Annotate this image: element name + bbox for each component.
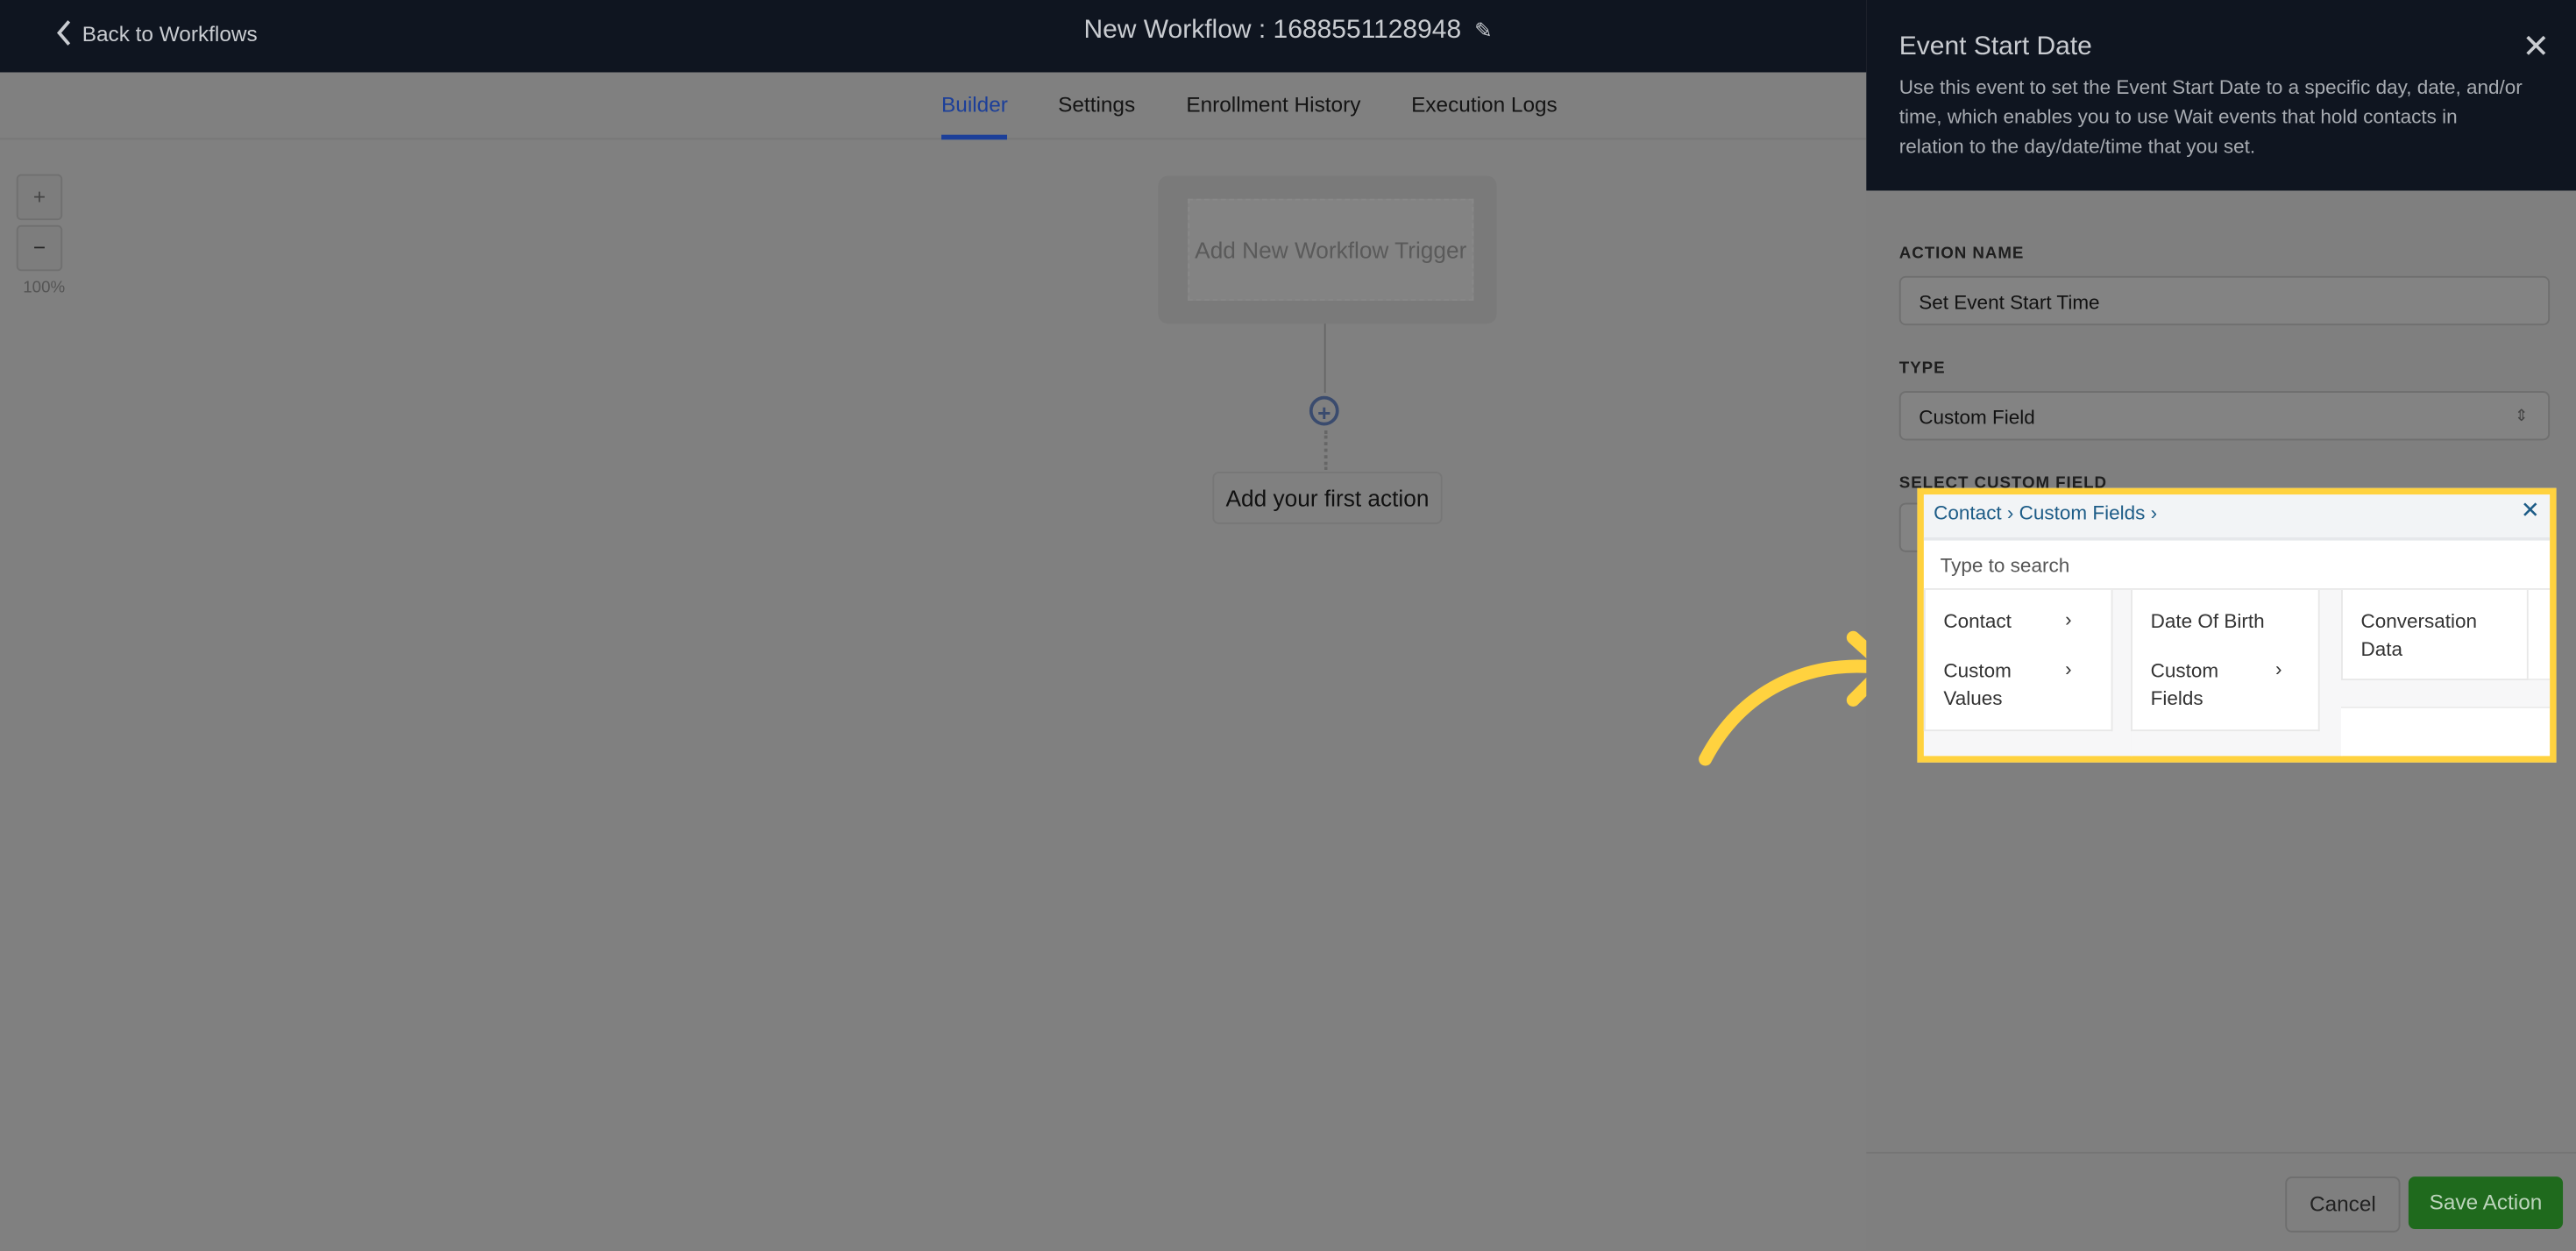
add-first-action-button[interactable]: Add your first action bbox=[1212, 471, 1443, 524]
workflow-builder-screen: Back to Workflows New Workflow : 1688551… bbox=[0, 0, 2576, 1251]
column-divider bbox=[2341, 679, 2551, 708]
tab-execution-logs[interactable]: Execution Logs bbox=[1411, 92, 1558, 117]
tab-enrollment-history[interactable]: Enrollment History bbox=[1186, 92, 1360, 117]
list-item-custom-fields[interactable]: Custom Fields bbox=[2151, 657, 2233, 714]
type-value: Custom Field bbox=[1919, 405, 2035, 430]
list-item-contact[interactable]: Contact bbox=[1943, 608, 2012, 636]
chevron-right-icon: › bbox=[2065, 657, 2072, 681]
connector-line bbox=[1323, 323, 1326, 393]
tab-settings[interactable]: Settings bbox=[1058, 92, 1135, 117]
zoom-out-button[interactable]: − bbox=[16, 224, 63, 272]
panel-header: Event Start Date ✕ Use this event to set… bbox=[1866, 0, 2576, 191]
panel-footer: Cancel Save Action bbox=[1866, 1151, 2576, 1250]
trigger-card: Add New Workflow Trigger bbox=[1158, 175, 1497, 324]
close-icon[interactable]: ✕ bbox=[2523, 26, 2550, 68]
zoom-level: 100% bbox=[23, 279, 66, 298]
dropdown-column-3: Conversation Data bbox=[2341, 589, 2551, 757]
list-item-custom-values[interactable]: Custom Values bbox=[1943, 657, 2026, 714]
type-select[interactable]: Custom Field ⇕ bbox=[1898, 391, 2551, 441]
pencil-icon[interactable]: ✎ bbox=[1474, 18, 1492, 43]
dotted-connector bbox=[1323, 430, 1328, 471]
tab-bar: Builder Settings Enrollment History Exec… bbox=[0, 72, 1867, 140]
zoom-in-button[interactable]: + bbox=[16, 174, 63, 221]
list-item-date-of-birth[interactable]: Date Of Birth bbox=[2151, 608, 2265, 636]
dropdown-search-input[interactable] bbox=[1923, 540, 2551, 590]
list-item-conversation-data[interactable]: Conversation Data bbox=[2361, 608, 2509, 665]
select-arrows-icon: ⇕ bbox=[2514, 407, 2529, 426]
save-action-button[interactable]: Save Action bbox=[2408, 1176, 2564, 1230]
dropdown-breadcrumb[interactable]: Contact › Custom Fields › bbox=[1934, 501, 2157, 524]
add-trigger-button[interactable]: Add New Workflow Trigger bbox=[1188, 198, 1474, 302]
chevron-right-icon: › bbox=[2065, 608, 2072, 631]
workflow-title-text: New Workflow : 1688551128948 bbox=[1083, 16, 1462, 45]
action-name-input[interactable]: Set Event Start Time bbox=[1898, 275, 2551, 326]
tab-builder[interactable]: Builder bbox=[941, 92, 1008, 140]
custom-field-dropdown: Contact › Custom Fields › ✕ Contact › Cu… bbox=[1917, 487, 2557, 763]
type-label: TYPE bbox=[1898, 359, 1946, 379]
chevron-right-icon: › bbox=[2275, 657, 2282, 681]
panel-title: Event Start Date bbox=[1898, 32, 2092, 61]
close-icon[interactable]: ✕ bbox=[2521, 496, 2540, 524]
dropdown-column-1: Contact › Custom Values › bbox=[1923, 589, 2132, 757]
panel-description: Use this event to set the Event Start Da… bbox=[1898, 75, 2523, 158]
dropdown-column-2: Date Of Birth Custom Fields › bbox=[2131, 589, 2343, 757]
add-action-plus-icon[interactable]: + bbox=[1309, 395, 1339, 426]
cancel-button[interactable]: Cancel bbox=[2285, 1176, 2401, 1233]
dropdown-header: Contact › Custom Fields › ✕ bbox=[1923, 494, 2551, 541]
action-name-label: ACTION NAME bbox=[1898, 245, 2025, 263]
